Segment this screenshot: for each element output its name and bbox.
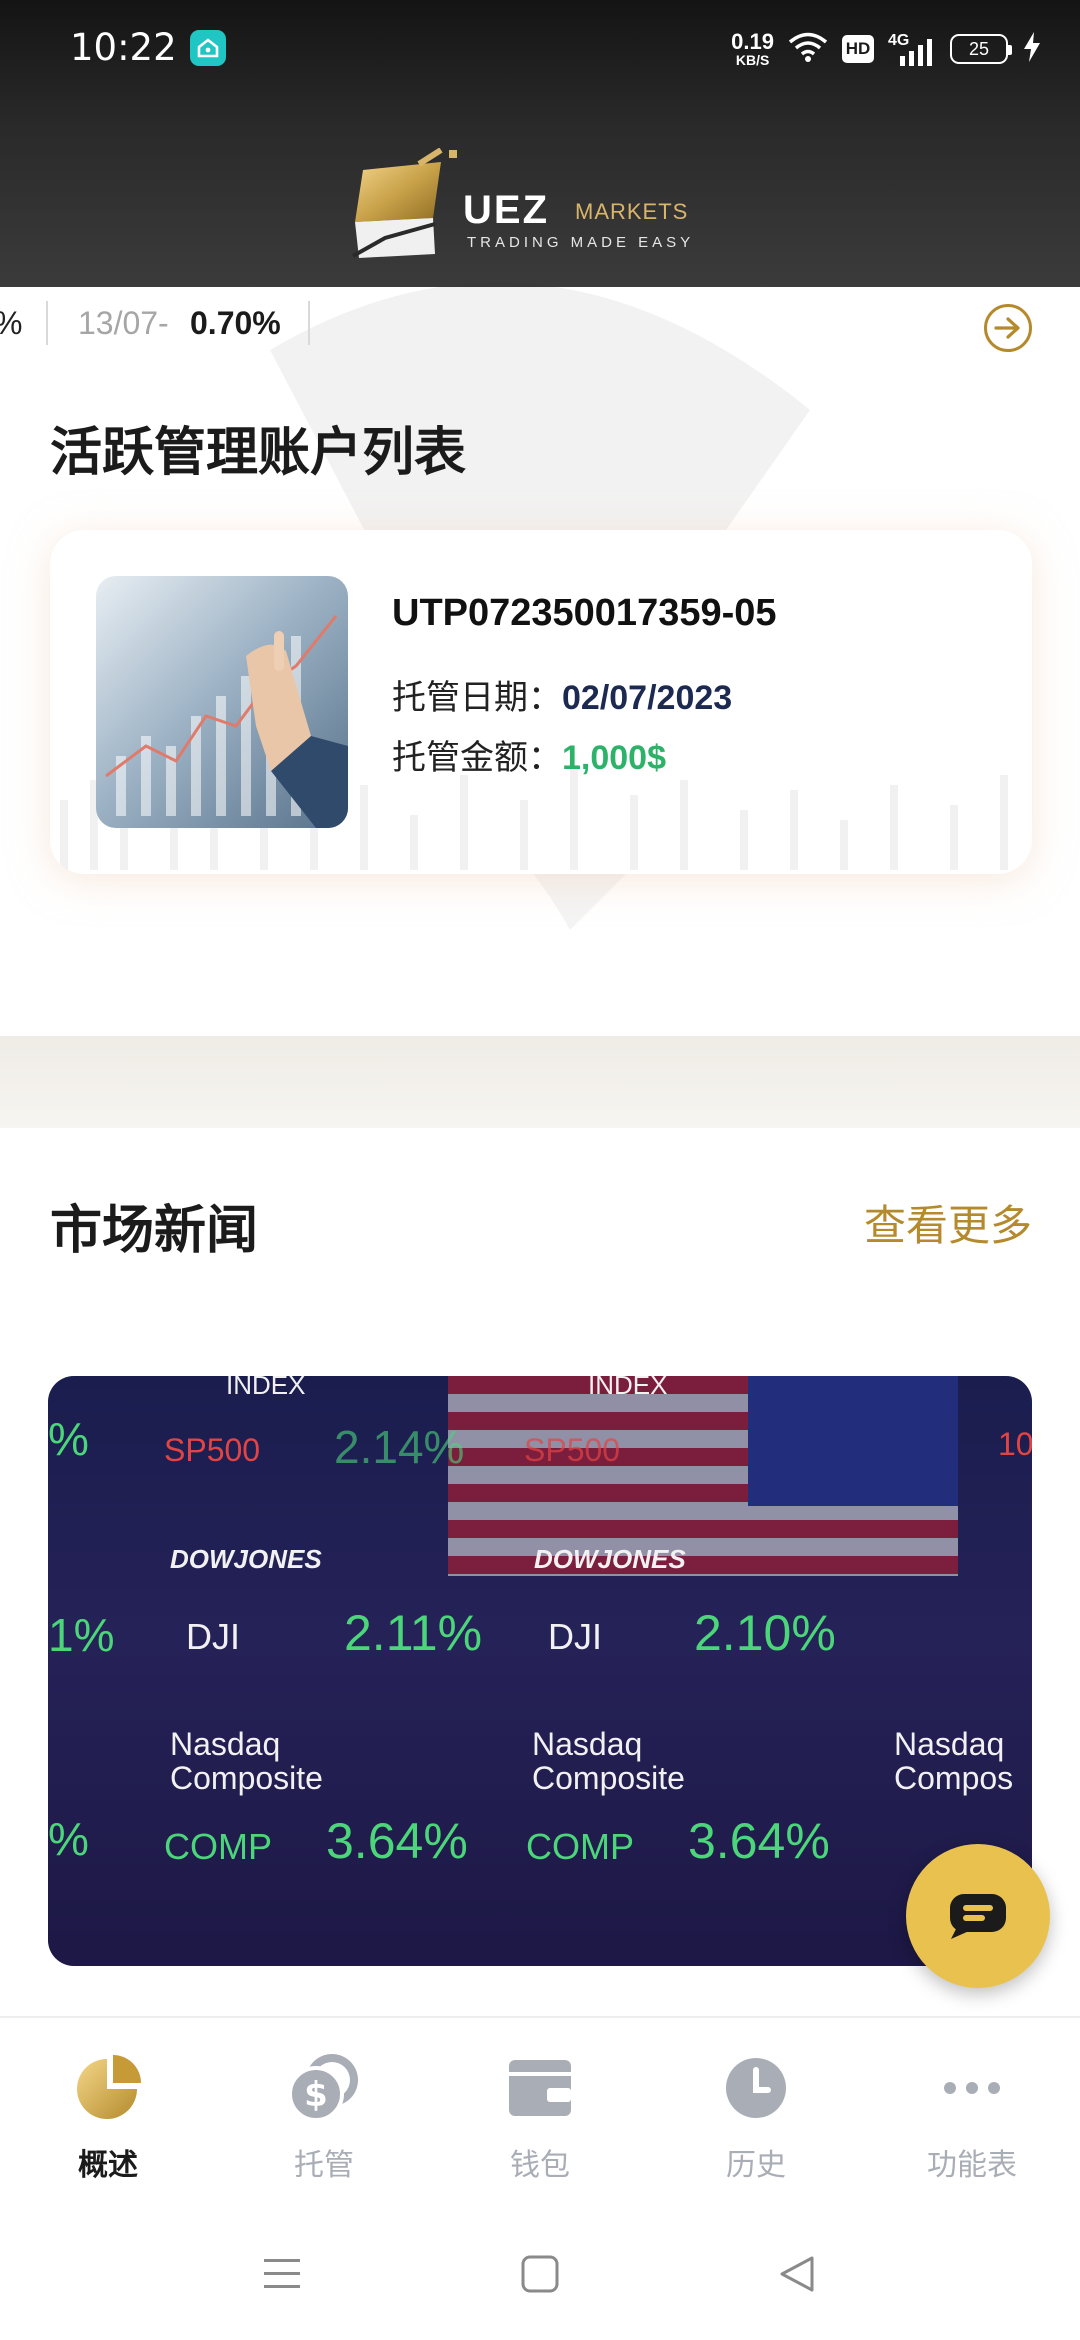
hd-badge: HD — [842, 35, 874, 63]
news-image-text: INDEX — [226, 1376, 306, 1400]
back-icon[interactable] — [778, 2254, 816, 2294]
news-image-text: COMP — [164, 1826, 272, 1867]
custody-date-value: 02/07/2023 — [562, 679, 733, 717]
nav-history[interactable]: 历史 — [666, 2048, 846, 2208]
news-image-text: SP500 — [164, 1432, 261, 1468]
custody-amount-row: 托管金额：1,000$ — [392, 730, 666, 779]
bottom-nav: 概述 $ 托管 钱包 历史 功能表 — [0, 2016, 1080, 2216]
chat-icon — [950, 1894, 1006, 1939]
news-image[interactable]: INDEX INDEX SP500 SP500 2.14% % DOWJONES… — [48, 1376, 1032, 1966]
news-image-text: Nasdaq Composite — [532, 1726, 685, 1796]
home-app-icon — [190, 30, 226, 66]
news-image-text: DJI — [548, 1616, 602, 1657]
nav-menu[interactable]: 功能表 — [882, 2048, 1062, 2208]
account-thumbnail — [96, 576, 348, 828]
news-image-text: 2.11% — [344, 1605, 483, 1661]
wifi-icon — [788, 31, 828, 68]
chat-support-button[interactable] — [906, 1844, 1050, 1988]
clock-icon — [716, 2048, 796, 2128]
menu-icon[interactable] — [262, 2256, 302, 2292]
ticker-dash: - — [158, 305, 169, 341]
custody-date-label: 托管日期： — [392, 678, 562, 718]
wallet-icon — [500, 2048, 580, 2128]
news-image-text: 1% — [48, 1609, 115, 1661]
ticker-value: 0.70% — [190, 305, 281, 341]
news-image-text: SP500 — [524, 1432, 621, 1468]
ticker-date: 13/07 — [78, 305, 159, 341]
news-image-text: COMP — [526, 1826, 634, 1867]
brand-suffix: MARKETS — [575, 199, 689, 224]
see-more-link[interactable]: 查看更多 — [864, 1192, 1032, 1253]
news-image-text: 3.64% — [326, 1813, 468, 1869]
nav-label: 历史 — [726, 2148, 786, 2183]
nav-label: 托管 — [294, 2148, 354, 2183]
news-image-text: 2.10% — [694, 1605, 836, 1661]
news-image-text: DOWJONES — [534, 1544, 686, 1574]
more-icon — [932, 2048, 1012, 2128]
account-card[interactable]: UTP072350017359-05 托管日期：02/07/2023 托管金额：… — [50, 530, 1032, 874]
ticker-separator — [308, 301, 310, 345]
account-id: UTP072350017359-05 — [392, 592, 777, 634]
arrow-right-icon[interactable] — [984, 304, 1032, 352]
status-indicators: 0.19 KB/S HD 4G 25 — [731, 26, 1042, 72]
status-bar: 10:22 0.19 KB/S HD 4G 25 — [0, 0, 1080, 96]
network-speed: 0.19 KB/S — [731, 29, 774, 68]
news-image-text: % — [48, 1413, 89, 1465]
news-image-text: 2.14% — [334, 1421, 465, 1473]
accounts-section-title: 活跃管理账户列表 — [50, 423, 467, 483]
status-time: 10:22 — [70, 26, 177, 69]
ticker-separator — [46, 301, 48, 345]
brand-name: UEZ — [463, 188, 549, 232]
custody-date-row: 托管日期：02/07/2023 — [392, 670, 732, 719]
rate-ticker[interactable]: % 13/07 - 0.70% — [0, 287, 1080, 363]
news-image-text: DOWJONES — [170, 1544, 322, 1574]
svg-text:$: $ — [304, 2075, 328, 2115]
custody-amount-value: 1,000$ — [562, 739, 666, 777]
news-section-title: 市场新闻 — [50, 1201, 259, 1261]
nav-label: 概述 — [78, 2148, 138, 2183]
ticker-prev-fragment: % — [0, 305, 22, 342]
nav-custody[interactable]: $ 托管 — [234, 2048, 414, 2208]
signal-icon: 4G — [888, 32, 936, 66]
news-image-text: INDEX — [588, 1376, 668, 1400]
nav-wallet[interactable]: 钱包 — [450, 2048, 630, 2208]
nav-label: 功能表 — [927, 2148, 1017, 2183]
nav-overview[interactable]: 概述 — [18, 2048, 198, 2208]
news-image-text: 3.64% — [688, 1813, 830, 1869]
battery-icon: 25 — [950, 34, 1012, 64]
custody-amount-label: 托管金额： — [392, 738, 562, 778]
news-image-text: 10 — [998, 1426, 1032, 1462]
news-image-text: Nasdaq Composite — [170, 1726, 323, 1796]
news-image-text: DJI — [186, 1616, 240, 1657]
news-image-text: Nasdaq Compos — [894, 1726, 1014, 1796]
pie-chart-icon — [68, 2048, 148, 2128]
coins-icon: $ — [284, 2048, 364, 2128]
home-icon[interactable] — [520, 2254, 560, 2294]
system-nav-bar — [0, 2216, 1080, 2340]
charging-icon — [1022, 31, 1042, 68]
section-divider — [0, 1036, 1080, 1128]
nav-label: 钱包 — [510, 2148, 570, 2183]
news-image-text: % — [48, 1813, 89, 1865]
